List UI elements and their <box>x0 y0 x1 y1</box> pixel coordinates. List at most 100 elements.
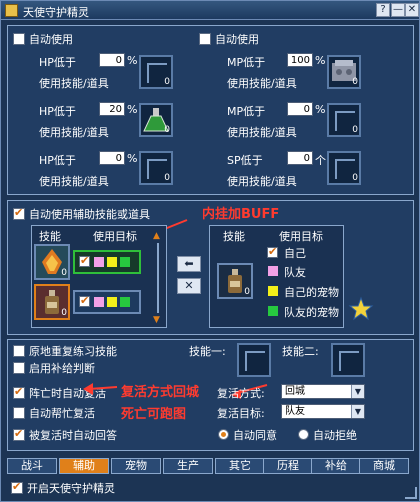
enable-guard-label: 开启天使守护精灵 <box>27 482 115 495</box>
enable-guard-checkbox[interactable] <box>11 480 23 494</box>
scroll-down-icon[interactable]: ▼ <box>153 315 163 325</box>
buff-target-row-1[interactable] <box>73 250 141 274</box>
auto-agree-label: 自动同意 <box>233 429 277 442</box>
hp-threshold-input-1[interactable]: 0 <box>99 53 125 67</box>
minimize-button[interactable]: — <box>391 3 405 17</box>
mp-skill-slot-1[interactable]: 0 <box>327 55 361 89</box>
auto-answer-checkbox[interactable] <box>13 427 25 441</box>
tab-other[interactable]: 其它 <box>215 458 265 474</box>
clear-button[interactable]: ✕ <box>177 278 201 294</box>
target-own-pet-label: 自己的宠物 <box>284 286 339 299</box>
percent-unit: % <box>127 103 138 116</box>
auto-refuse-label: 自动拒绝 <box>313 429 357 442</box>
help-revive-label: 自动帮忙复活 <box>29 407 95 420</box>
chevron-down-icon: ▼ <box>351 385 364 398</box>
tab-battle[interactable]: 战斗 <box>7 458 57 474</box>
tab-history[interactable]: 历程 <box>263 458 313 474</box>
target-teammate-swatch[interactable] <box>94 257 104 267</box>
help-button[interactable]: ? <box>376 3 390 17</box>
tab-production[interactable]: 生产 <box>163 458 213 474</box>
col-target-header: 使用目标 <box>93 230 137 243</box>
hp-skill-slot-3[interactable]: 0 <box>139 151 173 185</box>
mp-threshold-input-1[interactable]: 100 <box>287 53 313 67</box>
target-teammate-checkbox[interactable] <box>268 266 278 276</box>
reuse-skill-label: 原地重复练习技能 <box>29 345 117 358</box>
target-self-checkbox[interactable] <box>267 245 278 258</box>
skill-two-slot[interactable] <box>331 343 365 377</box>
right-col-skill-header: 技能 <box>223 230 245 243</box>
target-own-pet-checkbox[interactable] <box>268 286 278 296</box>
chevron-down-icon: ▼ <box>351 405 364 418</box>
hp-threshold-input-3[interactable]: 0 <box>99 151 125 165</box>
supply-check-checkbox[interactable] <box>13 362 25 374</box>
buff-list-scrollbar[interactable]: ▲ ▼ <box>153 231 163 325</box>
tab-assist[interactable]: 辅助 <box>59 458 109 474</box>
target-self-check-1[interactable] <box>79 254 90 267</box>
hp-auto-label: 自动使用 <box>29 33 73 46</box>
title-bar[interactable]: 天使守护精灵 ? — ✕ <box>1 1 419 20</box>
sp-threshold-label: SP低于 <box>227 154 263 167</box>
scroll-up-icon[interactable]: ▲ <box>153 231 163 241</box>
target-team-pet-swatch[interactable] <box>120 257 130 267</box>
target-own-pet-swatch[interactable] <box>107 297 117 307</box>
mp-auto-checkbox[interactable] <box>199 33 211 45</box>
tab-supply[interactable]: 补给 <box>311 458 361 474</box>
window-title: 天使守护精灵 <box>23 6 89 19</box>
percent-unit: % <box>127 54 138 67</box>
selected-buff-slot[interactable]: 0 <box>217 263 253 299</box>
target-self-check-2[interactable] <box>79 294 90 307</box>
auto-refuse-radio[interactable] <box>298 429 309 440</box>
reuse-skill-checkbox[interactable] <box>13 345 25 357</box>
target-team-pet-label: 队友的宠物 <box>284 306 339 319</box>
hp-threshold-input-2[interactable]: 20 <box>99 102 125 116</box>
tab-mall[interactable]: 商城 <box>359 458 409 474</box>
skill-one-slot[interactable] <box>237 343 271 377</box>
use-skill-label-1: 使用技能/道具 <box>39 77 109 90</box>
move-left-button[interactable]: ⬅ <box>177 256 201 272</box>
buff-skill-slot-2[interactable]: 0 <box>34 284 70 320</box>
percent-unit: % <box>315 54 326 67</box>
mp-skill-slot-2[interactable]: 0 <box>327 103 361 137</box>
mp-threshold-input-2[interactable]: 0 <box>287 102 313 116</box>
target-team-pet-checkbox[interactable] <box>268 306 278 316</box>
angel-wand-icon[interactable] <box>348 296 374 322</box>
revive-annotation: 复活方式回城 <box>121 385 200 400</box>
auto-revive-checkbox[interactable] <box>13 385 25 399</box>
unit-label: 个 <box>315 154 326 167</box>
target-teammate-swatch[interactable] <box>94 297 104 307</box>
hp-auto-checkbox[interactable] <box>13 33 25 45</box>
mp-auto-label: 自动使用 <box>215 33 259 46</box>
auto-agree-radio[interactable] <box>218 429 229 440</box>
annotation-arrow <box>83 383 118 395</box>
revive-target-select[interactable]: 队友 ▼ <box>281 404 365 419</box>
percent-unit: % <box>127 152 138 165</box>
revive-method-label: 复活方式: <box>217 387 265 400</box>
sp-threshold-input[interactable]: 0 <box>287 151 313 165</box>
target-self-label: 自己 <box>284 247 306 260</box>
buff-auto-checkbox[interactable] <box>13 206 25 220</box>
percent-unit: % <box>315 103 326 116</box>
use-skill-label-6: 使用技能/道具 <box>227 175 297 188</box>
sp-skill-slot[interactable]: 0 <box>327 151 361 185</box>
tab-pet[interactable]: 宠物 <box>111 458 161 474</box>
buff-annotation: 内挂加BUFF <box>202 207 280 222</box>
buff-target-row-2[interactable] <box>73 290 141 314</box>
target-teammate-label: 队友 <box>284 266 306 279</box>
auto-answer-label: 被复活时自动回答 <box>29 429 117 442</box>
revive-method-select[interactable]: 回城 ▼ <box>281 384 365 399</box>
angel-guard-window: 天使守护精灵 ? — ✕ 自动使用 自动使用 HP低于 0 % 使用技能/道具 … <box>0 0 420 502</box>
hp-skill-slot-1[interactable]: 0 <box>139 55 173 89</box>
death-annotation: 死亡可跑图 <box>121 407 187 422</box>
col-skill-header: 技能 <box>39 230 61 243</box>
resize-grip-icon[interactable] <box>405 487 417 499</box>
hp-threshold-label-1: HP低于 <box>39 56 76 69</box>
hp-skill-slot-2[interactable]: 0 <box>139 103 173 137</box>
buff-skill-slot-1[interactable]: 0 <box>34 244 70 280</box>
target-team-pet-swatch[interactable] <box>120 297 130 307</box>
close-button[interactable]: ✕ <box>405 3 419 17</box>
use-skill-label-4: 使用技能/道具 <box>227 77 297 90</box>
revive-target-label: 复活目标: <box>217 407 265 420</box>
help-revive-checkbox[interactable] <box>13 407 25 419</box>
skill-two-label: 技能二: <box>282 345 319 358</box>
target-own-pet-swatch[interactable] <box>107 257 117 267</box>
